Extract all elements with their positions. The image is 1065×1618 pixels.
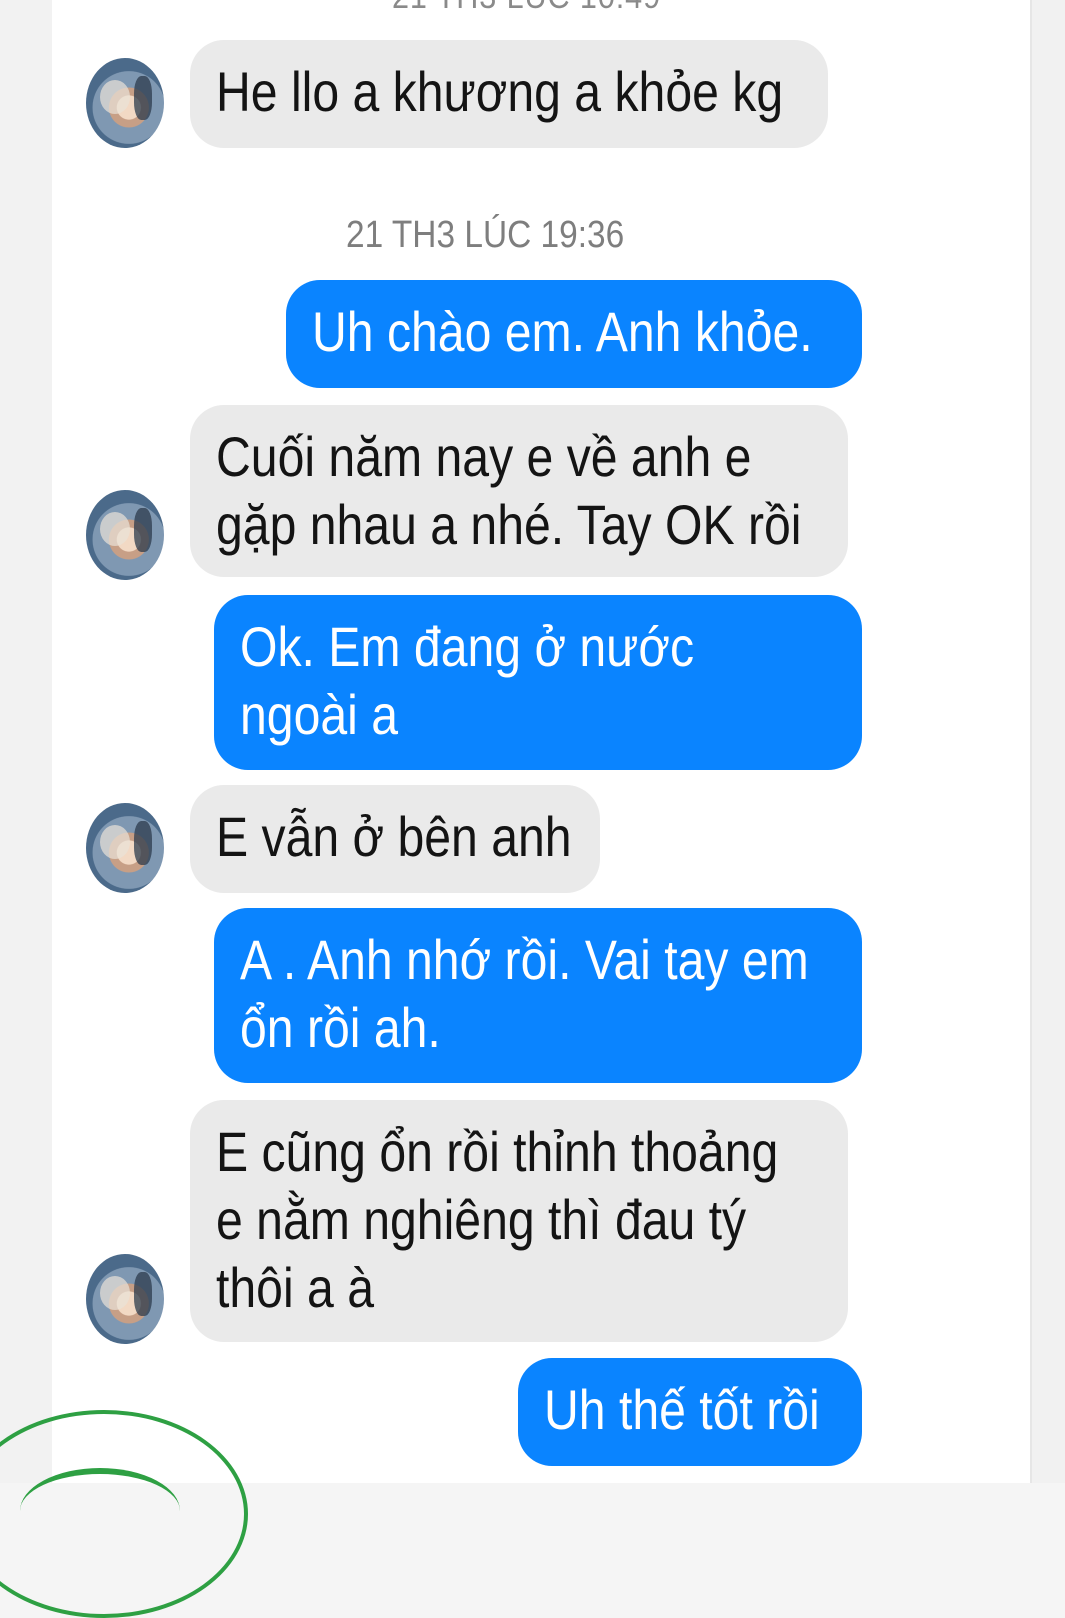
sent-message-bubble[interactable]: A . Anh nhớ rồi. Vai tay em ổn rồi ah. (214, 908, 862, 1083)
message-text: E vẫn ở bên anh (216, 805, 572, 868)
scrollbar-track[interactable] (1030, 0, 1065, 1483)
received-message-bubble[interactable]: E vẫn ở bên anh (190, 785, 600, 893)
message-text: Uh thế tốt rồi (544, 1378, 820, 1441)
left-margin (0, 0, 52, 1483)
contact-avatar[interactable] (86, 1254, 164, 1344)
contact-avatar[interactable] (86, 803, 164, 893)
timestamp-divider: 21 TH3 LÚC 19:36 (346, 214, 625, 256)
message-text-line: ngoài a (240, 683, 399, 746)
message-text-line: Ok. Em đang ở nước (240, 615, 695, 678)
message-text-line: ổn rồi ah. (240, 996, 441, 1059)
timestamp-divider-partial: 21 TH3 LÚC 10:49 (392, 0, 661, 17)
received-message-bubble[interactable]: He llo a khương a khỏe kg (190, 40, 828, 148)
message-text-line: thôi a à (216, 1256, 374, 1319)
message-text-line: A . Anh nhớ rồi. Vai tay em (240, 928, 809, 991)
received-message-bubble[interactable]: Cuối năm nay e về anh e gặp nhau a nhé. … (190, 405, 848, 577)
contact-avatar[interactable] (86, 58, 164, 148)
message-text-line: Cuối năm nay e về anh e (216, 425, 752, 488)
contact-avatar[interactable] (86, 490, 164, 580)
message-text: Uh chào em. Anh khỏe. (312, 300, 813, 363)
green-arc-icon (20, 1468, 180, 1554)
message-text-line: e nằm nghiêng thì đau tý (216, 1188, 747, 1251)
message-text-line: gặp nhau a nhé. Tay OK rồi (216, 493, 802, 556)
received-message-bubble[interactable]: E cũng ổn rồi thỉnh thoảng e nằm nghiêng… (190, 1100, 848, 1342)
message-text: He llo a khương a khỏe kg (216, 60, 784, 123)
message-text-line: E cũng ổn rồi thỉnh thoảng (216, 1120, 779, 1183)
sent-message-bubble[interactable]: Ok. Em đang ở nước ngoài a (214, 595, 862, 770)
sent-message-bubble[interactable]: Uh chào em. Anh khỏe. (286, 280, 862, 388)
sent-message-bubble[interactable]: Uh thế tốt rồi (518, 1358, 862, 1466)
